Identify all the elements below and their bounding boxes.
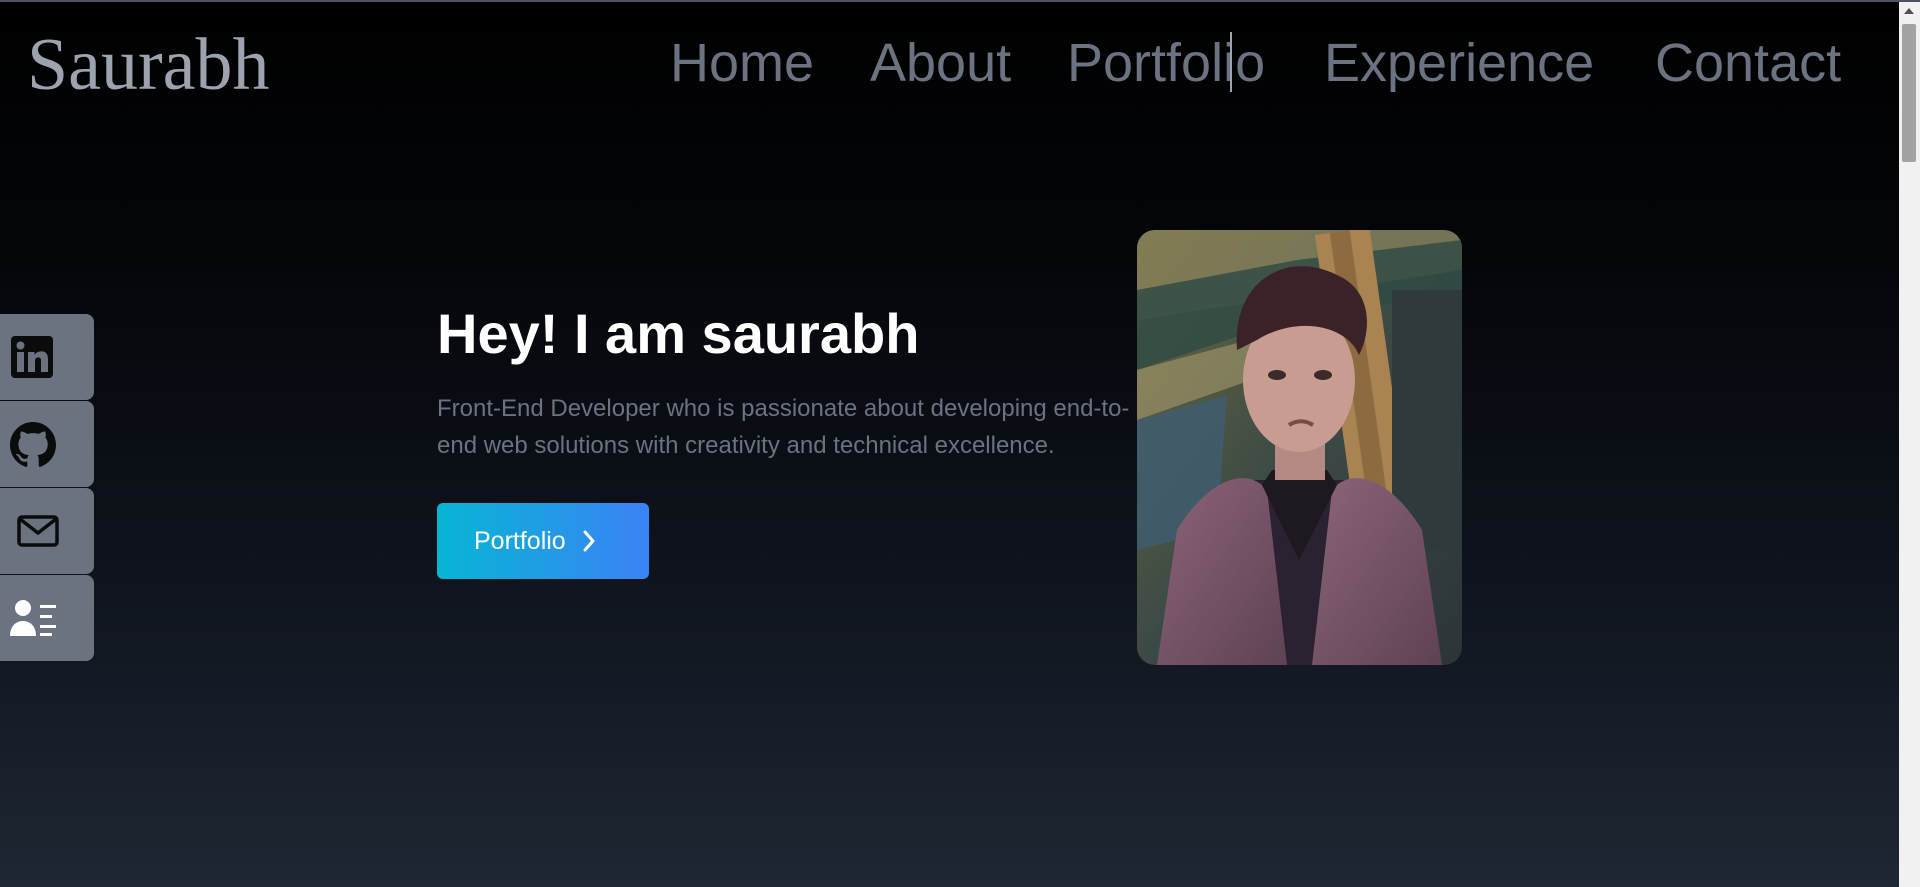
main-nav: Home About Portfolio Experience Contact (0, 28, 1900, 98)
text-cursor (1230, 32, 1232, 92)
mail-icon (17, 515, 59, 547)
github-icon (10, 422, 56, 467)
social-sidebar (0, 314, 94, 662)
scroll-up-arrow-icon[interactable] (1904, 8, 1914, 14)
hero-intro: Front-End Developer who is passionate ab… (437, 395, 1130, 459)
social-link-resume[interactable] (0, 575, 94, 661)
profile-photo (1137, 230, 1462, 665)
chevron-right-icon (583, 530, 595, 552)
linkedin-icon (11, 336, 53, 378)
portfolio-button[interactable]: Portfolio (437, 503, 649, 579)
nav-link-portfolio[interactable]: Portfolio (1067, 28, 1265, 98)
social-link-linkedin[interactable] (0, 314, 94, 400)
nav-link-about[interactable]: About (870, 28, 1011, 98)
scrollbar-thumb[interactable] (1902, 24, 1916, 162)
window-top-border (0, 0, 1920, 2)
profile-photo-illustration (1137, 230, 1462, 665)
nav-link-home[interactable]: Home (670, 28, 814, 98)
social-link-github[interactable] (0, 401, 94, 487)
portfolio-button-label: Portfolio (474, 527, 566, 555)
hero-headline: Hey! I am saurabh (437, 302, 920, 365)
resume-icon (10, 600, 56, 636)
page-scrollbar[interactable] (1899, 2, 1920, 887)
social-link-email[interactable] (0, 488, 94, 574)
nav-link-experience[interactable]: Experience (1324, 28, 1594, 98)
nav-link-contact[interactable]: Contact (1655, 28, 1841, 98)
